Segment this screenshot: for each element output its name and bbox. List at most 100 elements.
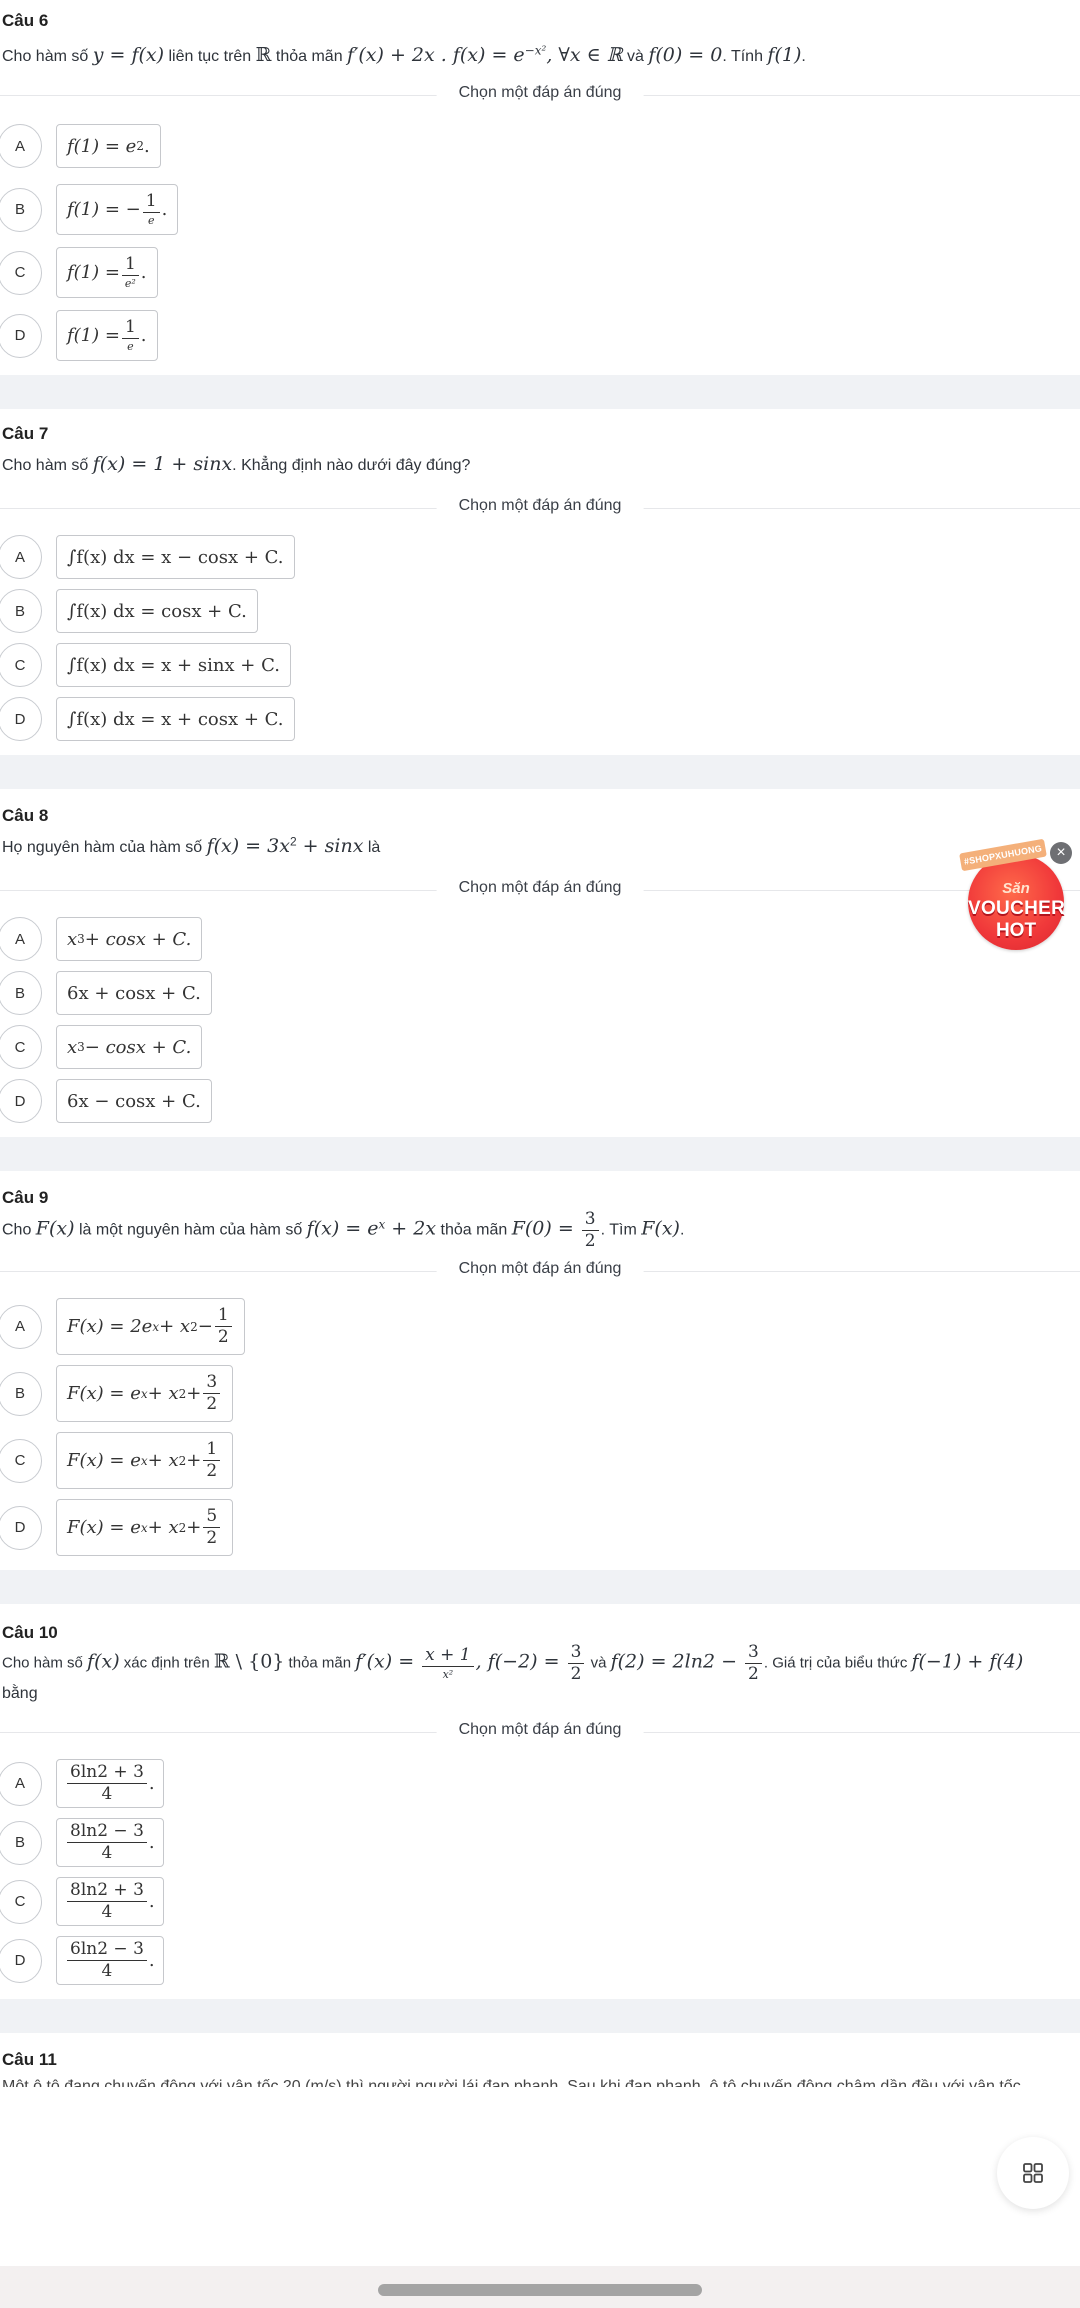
- option-content[interactable]: F(x) = 2e x + x2 − 12: [56, 1298, 245, 1355]
- option-letter[interactable]: D: [0, 697, 42, 741]
- option-letter[interactable]: D: [0, 313, 42, 358]
- option-a[interactable]: A 6ln2 + 34.: [0, 1759, 1080, 1808]
- option-letter[interactable]: B: [0, 187, 42, 232]
- option-d[interactable]: D ∫f(x) dx = x + cosx + C.: [0, 697, 1080, 741]
- option-letter[interactable]: D: [0, 1505, 42, 1550]
- numerator: 1: [121, 256, 139, 276]
- option-a[interactable]: A x3 + cosx + C.: [0, 917, 1080, 961]
- option-b[interactable]: B 6x + cosx + C.: [0, 971, 1080, 1015]
- numerator: 8ln2 + 3: [67, 1882, 147, 1902]
- option-content[interactable]: 6x − cosx + C.: [56, 1079, 212, 1123]
- numerator: 1: [142, 193, 160, 213]
- option-c[interactable]: C 8ln2 + 34.: [0, 1877, 1080, 1926]
- options-list: A F(x) = 2e x + x2 − 12 B F(x) = ex + x2 …: [0, 1286, 1080, 1570]
- option-c[interactable]: C f(1) = 1 e².: [0, 247, 1080, 298]
- option-content[interactable]: ∫f(x) dx = x + cosx + C.: [56, 697, 295, 741]
- option-content[interactable]: 6ln2 + 34.: [56, 1759, 164, 1808]
- option-c[interactable]: C F(x) = ex + x2 + 12: [0, 1432, 1080, 1489]
- option-content[interactable]: 6x + cosx + C.: [56, 971, 212, 1015]
- option-letter[interactable]: A: [0, 1304, 42, 1349]
- voucher-ad[interactable]: Săn VOUCHER HOT #SHOPXUHUONG ×: [959, 838, 1072, 960]
- section-gap: [0, 755, 1080, 789]
- denominator: 2: [206, 1528, 218, 1548]
- option-letter[interactable]: A: [0, 535, 42, 579]
- math: f(1): [767, 44, 802, 66]
- option-letter[interactable]: A: [0, 1761, 42, 1806]
- option-b[interactable]: B 8ln2 − 34.: [0, 1818, 1080, 1867]
- option-content[interactable]: ∫f(x) dx = cosx + C.: [56, 589, 258, 633]
- close-icon[interactable]: ×: [1050, 842, 1072, 864]
- option-letter[interactable]: B: [0, 1820, 42, 1865]
- text: liên tục trên: [164, 48, 256, 65]
- option-content[interactable]: x3 − cosx + C.: [56, 1025, 203, 1069]
- math: f(x) = 1 + sinx: [92, 453, 233, 475]
- option-d[interactable]: D f(1) = 1e.: [0, 310, 1080, 361]
- math: .: [140, 325, 147, 346]
- option-content[interactable]: f(1) = e2.: [56, 124, 161, 168]
- option-d[interactable]: D 6x − cosx + C.: [0, 1079, 1080, 1123]
- fraction: 8ln2 + 34: [67, 1882, 147, 1921]
- voucher-badge[interactable]: Săn VOUCHER HOT: [968, 854, 1065, 950]
- question-title: Câu 11: [2, 2050, 57, 2069]
- option-b[interactable]: B ∫f(x) dx = cosx + C.: [0, 589, 1080, 633]
- option-letter[interactable]: C: [0, 1025, 42, 1069]
- numerator: x + 1: [422, 1647, 474, 1667]
- choose-label: Chọn một đáp án đúng: [436, 1721, 644, 1739]
- option-letter[interactable]: B: [0, 1371, 42, 1416]
- text: Cho: [2, 1221, 36, 1239]
- option-content[interactable]: x3 + cosx + C.: [56, 917, 203, 961]
- option-letter[interactable]: C: [0, 1438, 42, 1483]
- option-letter[interactable]: C: [0, 250, 42, 295]
- question-7: Câu 7 Cho hàm số f(x) = 1 + sinx. Khẳng …: [0, 409, 1080, 755]
- math: F(x) = e: [67, 1517, 141, 1538]
- question-grid-button[interactable]: [997, 2137, 1069, 2209]
- math: f(2) = 2ln2 −: [610, 1650, 744, 1673]
- option-letter[interactable]: C: [0, 1879, 42, 1924]
- option-content[interactable]: f(1) = 1e.: [56, 310, 158, 361]
- text: .: [679, 1221, 685, 1239]
- text: Họ nguyên hàm của hàm số: [2, 839, 207, 856]
- option-d[interactable]: D 6ln2 − 34.: [0, 1936, 1080, 1985]
- option-content[interactable]: F(x) = ex + x2 + 52: [56, 1499, 234, 1556]
- option-d[interactable]: D F(x) = ex + x2 + 52: [0, 1499, 1080, 1556]
- option-content[interactable]: 8ln2 + 34.: [56, 1877, 164, 1926]
- denominator: 2: [206, 1394, 218, 1414]
- math: f′(x) =: [355, 1650, 421, 1673]
- denominator: 2: [748, 1664, 759, 1684]
- fraction: 1e: [142, 193, 160, 226]
- option-letter[interactable]: D: [0, 1938, 42, 1983]
- option-content[interactable]: F(x) = ex + x2 + 32: [56, 1365, 234, 1422]
- question-title: Câu 10: [2, 1623, 58, 1642]
- option-content[interactable]: ∫f(x) dx = x + sinx + C.: [56, 643, 291, 687]
- choose-divider: Chọn một đáp án đúng: [0, 1717, 1080, 1747]
- option-letter[interactable]: A: [0, 124, 42, 168]
- option-content[interactable]: 6ln2 − 34.: [56, 1936, 164, 1985]
- math: F(0) =: [511, 1217, 580, 1240]
- option-letter[interactable]: C: [0, 643, 42, 687]
- option-b[interactable]: B f(1) = −1 e.: [0, 184, 1080, 235]
- denominator: 4: [101, 1902, 113, 1922]
- question-title: Câu 8: [2, 806, 49, 825]
- option-a[interactable]: A f(1) = e2.: [0, 124, 1080, 168]
- math: + x: [147, 1517, 179, 1538]
- option-letter[interactable]: A: [0, 917, 42, 961]
- option-content[interactable]: f(1) = −1 e.: [56, 184, 179, 235]
- numerator: 1: [121, 319, 139, 339]
- denominator: 2: [570, 1664, 582, 1684]
- math: + cosx + C.: [84, 928, 192, 950]
- option-letter[interactable]: B: [0, 971, 42, 1015]
- option-b[interactable]: B F(x) = ex + x2 + 32: [0, 1365, 1080, 1422]
- option-c[interactable]: C ∫f(x) dx = x + sinx + C.: [0, 643, 1080, 687]
- option-content[interactable]: F(x) = ex + x2 + 12: [56, 1432, 234, 1489]
- option-letter[interactable]: D: [0, 1079, 42, 1123]
- option-a[interactable]: A F(x) = 2e x + x2 − 12: [0, 1298, 1080, 1355]
- home-gesture-pill[interactable]: [378, 2284, 702, 2296]
- option-a[interactable]: A ∫f(x) dx = x − cosx + C.: [0, 535, 1080, 579]
- question-10: Câu 10 Cho hàm số f(x) xác định trên ℝ \…: [0, 1604, 1080, 1999]
- option-content[interactable]: ∫f(x) dx = x − cosx + C.: [56, 535, 295, 579]
- option-content[interactable]: f(1) = 1 e².: [56, 247, 158, 298]
- option-letter[interactable]: B: [0, 589, 42, 633]
- option-content[interactable]: 8ln2 − 34.: [56, 1818, 164, 1867]
- option-c[interactable]: C x3 − cosx + C.: [0, 1025, 1080, 1069]
- choose-divider: Chọn một đáp án đúng: [0, 80, 1080, 110]
